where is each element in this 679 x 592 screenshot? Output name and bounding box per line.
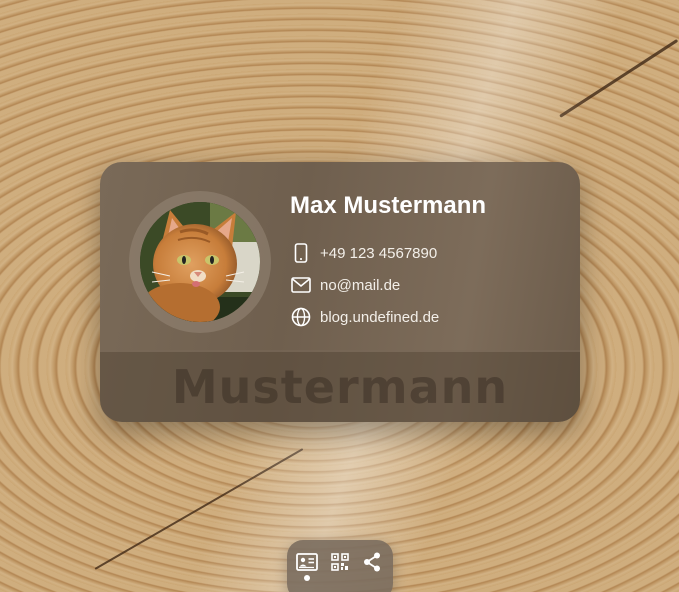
- contact-card-icon: [296, 553, 318, 571]
- business-card: Mustermann Max Mustermann +49 123 456789…: [100, 162, 580, 422]
- cat-photo-icon: [140, 202, 260, 322]
- website-url: blog.undefined.de: [320, 308, 440, 326]
- contact-email[interactable]: no@mail.de: [290, 274, 400, 296]
- phone-icon: [290, 242, 312, 264]
- avatar-ring: [129, 191, 271, 333]
- globe-icon: [290, 306, 312, 328]
- contact-name: Max Mustermann: [290, 192, 487, 219]
- qr-code-icon: [331, 553, 349, 571]
- active-view-indicator: [304, 575, 310, 581]
- contact-website[interactable]: blog.undefined.de: [290, 306, 439, 328]
- contact-phone[interactable]: +49 123 4567890: [290, 242, 437, 264]
- contact-card-view-button[interactable]: [295, 550, 319, 574]
- wood-crack: [559, 38, 679, 118]
- phone-number: +49 123 4567890: [320, 244, 438, 262]
- wood-crack: [94, 448, 304, 570]
- mail-icon: [290, 274, 312, 296]
- share-icon: [364, 552, 380, 572]
- share-button[interactable]: [360, 550, 384, 574]
- email-address: no@mail.de: [320, 276, 401, 294]
- view-toolbar: [287, 540, 393, 592]
- qr-code-view-button[interactable]: [328, 550, 352, 574]
- avatar: [140, 202, 260, 322]
- card-watermark: Mustermann: [171, 360, 509, 414]
